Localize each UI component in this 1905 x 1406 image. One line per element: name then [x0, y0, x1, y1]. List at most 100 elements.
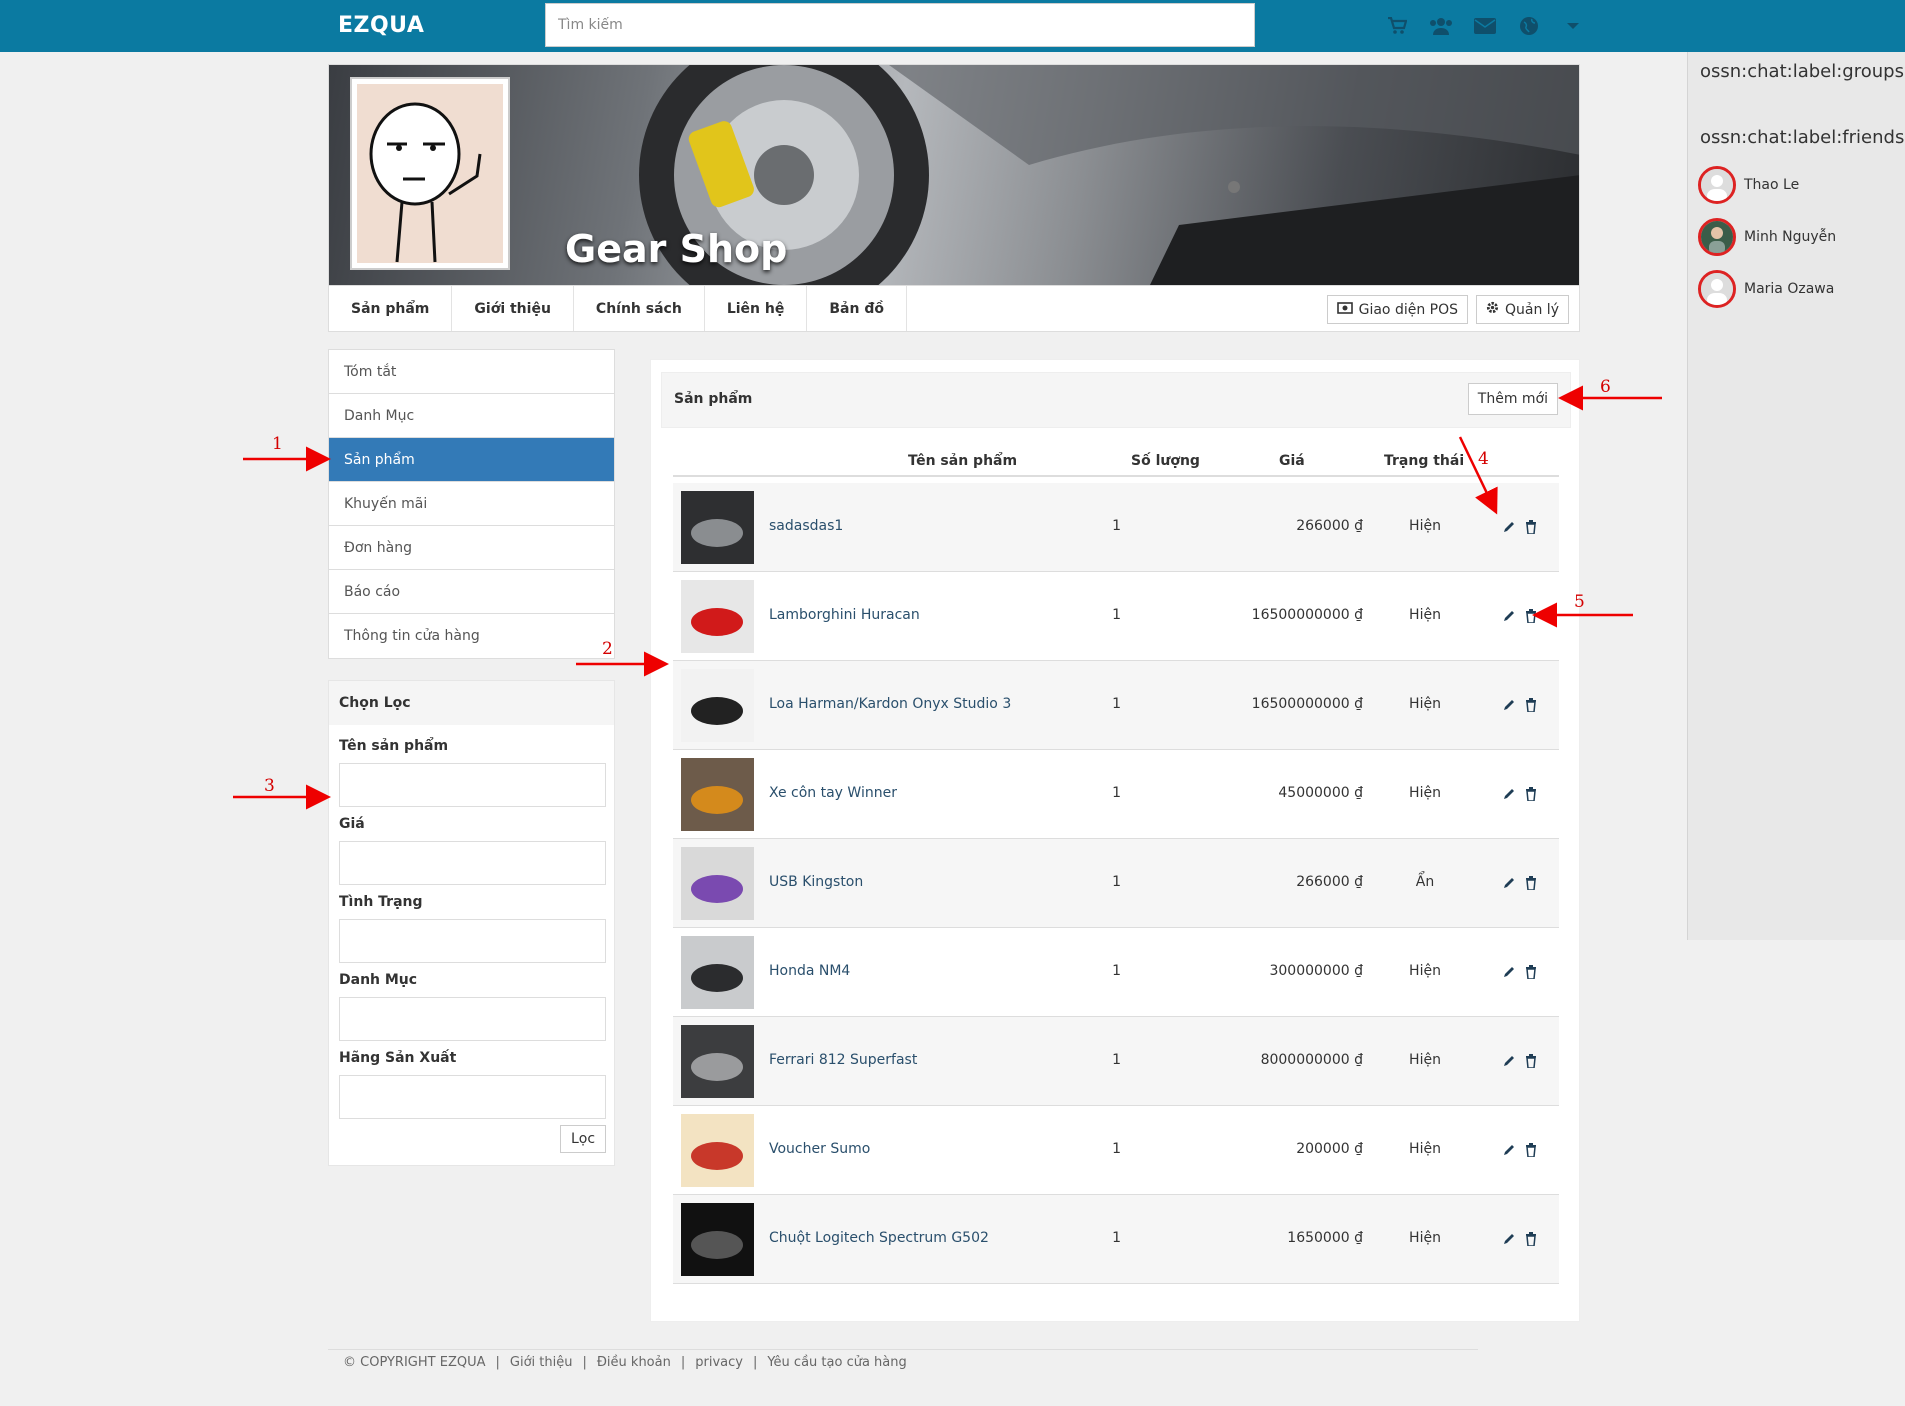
product-thumbnail[interactable] — [681, 1203, 754, 1276]
product-status: Ẩn — [1415, 874, 1435, 890]
products-table-header: Tên sản phẩm Số lượng Giá Trạng thái — [673, 447, 1559, 477]
users-icon[interactable] — [1429, 14, 1453, 38]
product-thumbnail[interactable] — [681, 847, 754, 920]
menu-item-promotions[interactable]: Khuyến mãi — [329, 482, 614, 526]
filter-label-price: Giá — [339, 816, 365, 832]
edit-icon[interactable] — [1502, 1142, 1516, 1156]
product-price: 266000 ₫ — [1296, 874, 1363, 890]
profile-tab-map[interactable]: Bản đồ — [807, 286, 907, 331]
trash-icon[interactable] — [1525, 964, 1539, 980]
profile-tab-policy[interactable]: Chính sách — [574, 286, 705, 331]
product-name[interactable]: Chuột Logitech Spectrum G502 — [769, 1230, 989, 1246]
globe-icon[interactable] — [1517, 14, 1541, 38]
filter-price-input[interactable] — [339, 841, 606, 885]
product-qty: 1 — [1112, 696, 1121, 712]
profile-tab-contact[interactable]: Liên hệ — [705, 286, 808, 331]
product-status: Hiện — [1409, 518, 1441, 534]
annotation-number-3: 3 — [264, 776, 275, 796]
avatar — [1698, 166, 1736, 204]
product-price: 16500000000 ₫ — [1251, 607, 1363, 623]
chat-friend[interactable]: Thao Le — [1698, 166, 1799, 204]
edit-icon[interactable] — [1502, 1231, 1516, 1245]
edit-icon[interactable] — [1502, 697, 1516, 711]
product-price: 8000000000 ₫ — [1260, 1052, 1363, 1068]
annotation-number-5: 5 — [1574, 592, 1585, 612]
shop-avatar[interactable] — [350, 77, 510, 270]
trash-icon[interactable] — [1525, 1231, 1539, 1247]
product-status: Hiện — [1409, 963, 1441, 979]
product-thumbnail[interactable] — [681, 1025, 754, 1098]
pos-button[interactable]: Giao diện POS — [1326, 295, 1469, 324]
product-price: 16500000000 ₫ — [1251, 696, 1363, 712]
caret-down-icon[interactable] — [1561, 14, 1585, 38]
filter-submit-button[interactable]: Lọc — [560, 1125, 607, 1153]
product-name[interactable]: Ferrari 812 Superfast — [769, 1052, 917, 1068]
profile-tab-products[interactable]: Sản phẩm — [329, 286, 453, 331]
add-product-button[interactable]: Thêm mới — [1467, 383, 1558, 415]
product-thumbnail[interactable] — [681, 491, 754, 564]
trash-icon[interactable] — [1525, 519, 1539, 535]
footer-link-about[interactable]: Giới thiệu — [510, 1355, 573, 1370]
edit-icon[interactable] — [1502, 1053, 1516, 1067]
trash-icon[interactable] — [1525, 608, 1539, 624]
envelope-icon[interactable] — [1473, 14, 1497, 38]
menu-item-orders[interactable]: Đơn hàng — [329, 526, 614, 570]
trash-icon[interactable] — [1525, 1142, 1539, 1158]
product-thumbnail[interactable] — [681, 1114, 754, 1187]
menu-item-store-info[interactable]: Thông tin cửa hàng — [329, 614, 614, 658]
chat-sidebar: ossn:chat:label:groups ossn:chat:label:f… — [1687, 52, 1905, 940]
footer-link-request-store[interactable]: Yêu cầu tạo cửa hàng — [767, 1355, 906, 1370]
brand-logo[interactable]: EZQUA — [338, 13, 424, 38]
filter-panel: Chọn Lọc Tên sản phẩm Giá Tình Trạng Dan… — [328, 680, 615, 1166]
product-thumbnail[interactable] — [681, 580, 754, 653]
chat-friend[interactable]: Maria Ozawa — [1698, 270, 1834, 308]
edit-icon[interactable] — [1502, 786, 1516, 800]
menu-item-summary[interactable]: Tóm tắt — [329, 350, 614, 394]
footer-copyright: © COPYRIGHT EZQUA — [343, 1355, 486, 1370]
trash-icon[interactable] — [1525, 1053, 1539, 1069]
menu-item-category[interactable]: Danh Mục — [329, 394, 614, 438]
friend-name: Maria Ozawa — [1744, 281, 1835, 297]
footer-link-terms[interactable]: Điều khoản — [597, 1355, 671, 1370]
search-input[interactable] — [545, 3, 1255, 47]
product-qty: 1 — [1112, 607, 1121, 623]
cart-icon[interactable] — [1385, 14, 1409, 38]
trash-icon[interactable] — [1525, 875, 1539, 891]
manage-button-label: Quản lý — [1505, 301, 1559, 318]
table-row: Lamborghini Huracan 1 16500000000 ₫ Hiện — [673, 572, 1559, 661]
filter-title: Chọn Lọc — [329, 681, 614, 725]
footer-divider — [328, 1349, 1478, 1350]
friend-name: Thao Le — [1744, 177, 1800, 193]
table-row: Chuột Logitech Spectrum G502 1 1650000 ₫ Hi… — [673, 1195, 1559, 1284]
profile-tab-about[interactable]: Giới thiệu — [452, 286, 574, 331]
product-thumbnail[interactable] — [681, 758, 754, 831]
menu-item-products[interactable]: Sản phẩm — [329, 438, 614, 482]
col-qty: Số lượng — [1131, 453, 1200, 469]
filter-brand-input[interactable] — [339, 1075, 606, 1119]
menu-item-reports[interactable]: Báo cáo — [329, 570, 614, 614]
table-row: Ferrari 812 Superfast 1 8000000000 ₫ Hiện — [673, 1017, 1559, 1106]
product-name[interactable]: USB Kingston — [769, 874, 863, 890]
manage-button[interactable]: Quản lý — [1476, 295, 1569, 324]
edit-icon[interactable] — [1502, 964, 1516, 978]
footer-link-privacy[interactable]: privacy — [695, 1355, 743, 1370]
edit-icon[interactable] — [1502, 608, 1516, 622]
product-qty: 1 — [1112, 874, 1121, 890]
filter-status-input[interactable] — [339, 919, 606, 963]
product-name[interactable]: Lamborghini Huracan — [769, 607, 920, 623]
product-name[interactable]: sadasdas1 — [769, 518, 843, 534]
edit-icon[interactable] — [1502, 519, 1516, 533]
product-name[interactable]: Xe côn tay Winner — [769, 785, 897, 801]
chat-friend[interactable]: Minh Nguyễn — [1698, 218, 1836, 256]
product-name[interactable]: Loa Harman/Kardon Onyx Studio 3 — [769, 696, 1011, 712]
product-thumbnail[interactable] — [681, 936, 754, 1009]
product-thumbnail[interactable] — [681, 669, 754, 742]
product-name[interactable]: Voucher Sumo — [769, 1141, 870, 1157]
filter-category-input[interactable] — [339, 997, 606, 1041]
trash-icon[interactable] — [1525, 697, 1539, 713]
edit-icon[interactable] — [1502, 875, 1516, 889]
product-name[interactable]: Honda NM4 — [769, 963, 850, 979]
filter-name-input[interactable] — [339, 763, 606, 807]
trash-icon[interactable] — [1525, 786, 1539, 802]
product-price: 1650000 ₫ — [1287, 1230, 1363, 1246]
